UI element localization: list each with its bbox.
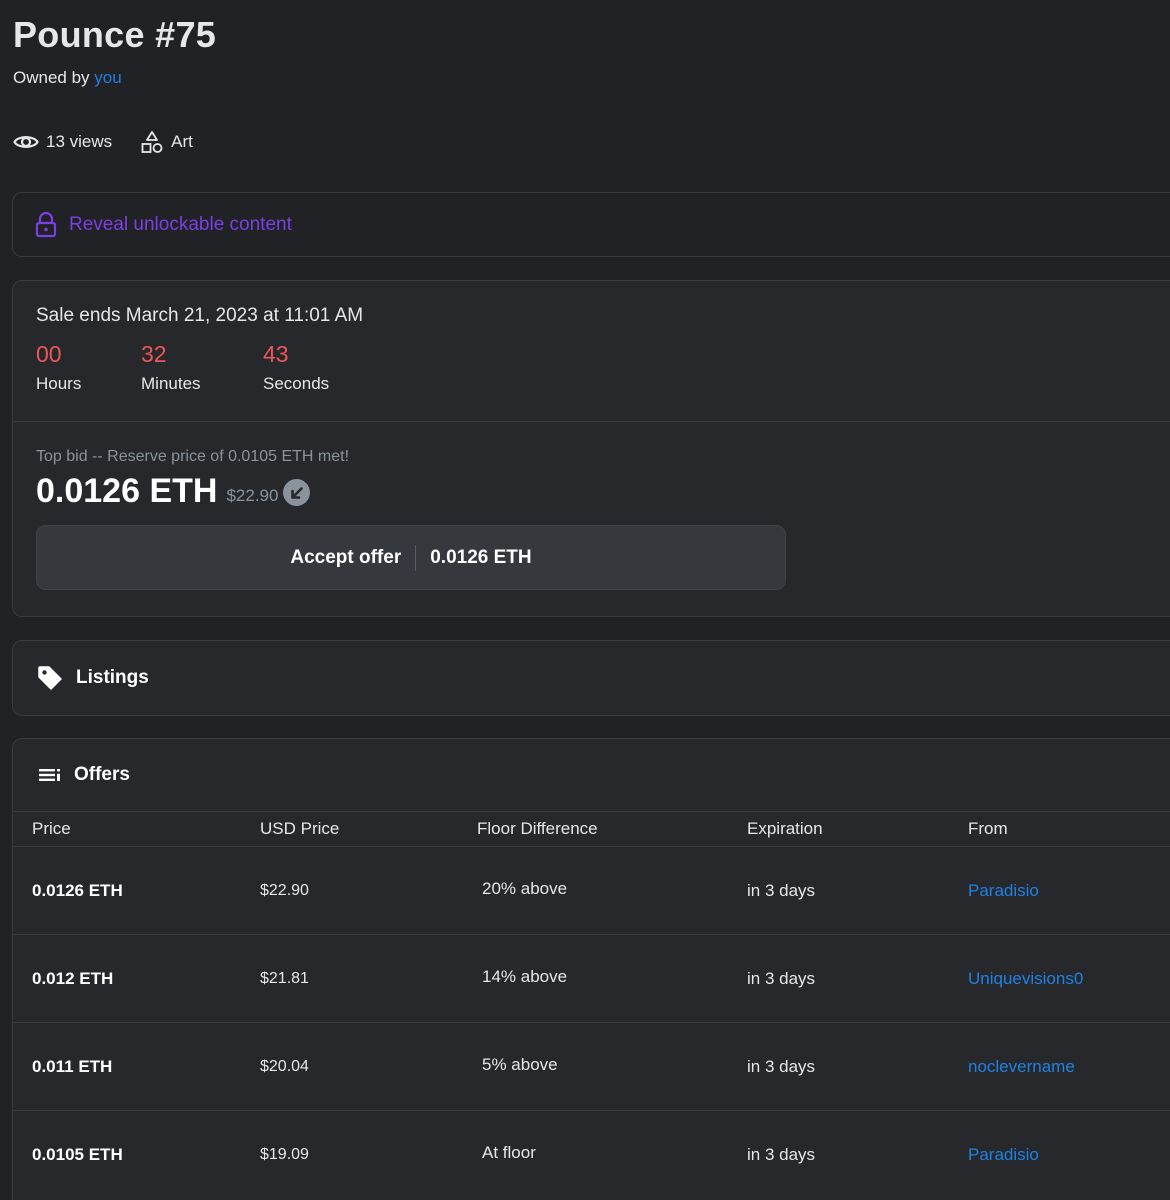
offer-floor-diff: 5% above <box>482 1054 558 1074</box>
page-title: Pounce #75 <box>13 14 217 55</box>
offer-price: 0.0126 ETH <box>32 880 123 900</box>
reveal-unlockable-link[interactable]: Reveal unlockable content <box>69 214 292 236</box>
timer-seconds: 43 Seconds <box>263 341 329 394</box>
list-icon <box>39 769 60 781</box>
offer-from-link[interactable]: Paradisio <box>968 881 1039 901</box>
offers-table-header: Price USD Price Floor Difference Expirat… <box>13 812 1170 847</box>
views-stat: 13 views <box>13 132 112 152</box>
col-usd-price: USD Price <box>260 819 340 838</box>
timer-hours: 00 Hours <box>36 341 141 394</box>
offers-title: Offers <box>74 764 130 785</box>
offers-panel: Offers Price USD Price Floor Difference … <box>12 738 1170 1200</box>
offer-price: 0.0105 ETH <box>32 1145 123 1164</box>
offer-usd: $22.90 <box>260 881 309 899</box>
timer-label: Minutes <box>141 374 201 393</box>
offer-from-link[interactable]: Paradisio <box>968 1145 1039 1165</box>
countdown-timer: 00 Hours 32 Minutes 43 Seconds <box>36 341 1170 394</box>
offer-price: 0.011 ETH <box>32 1056 113 1076</box>
table-row: 0.0126 ETH $22.90 20% above in 3 days Pa… <box>13 847 1170 935</box>
timer-label: Hours <box>36 374 82 393</box>
table-row: 0.0105 ETH $19.09 At floor in 3 days Par… <box>13 1111 1170 1199</box>
top-bid-text: Top bid -- Reserve price of 0.0105 ETH m… <box>36 448 350 465</box>
timer-label: Seconds <box>263 374 330 393</box>
offer-expiration: in 3 days <box>747 968 816 988</box>
owned-by: Owned by you <box>13 68 122 88</box>
timer-minutes: 32 Minutes <box>141 341 263 394</box>
offer-floor-diff: At floor <box>482 1143 536 1162</box>
col-from: From <box>968 819 1008 838</box>
timer-value: 43 <box>263 341 289 367</box>
category-label: Art <box>171 132 193 151</box>
table-row: 0.011 ETH $20.04 5% above in 3 days nocl… <box>13 1023 1170 1111</box>
offer-from-link[interactable]: Uniquevisions0 <box>968 969 1083 989</box>
owner-link[interactable]: you <box>94 68 121 87</box>
top-bid-section: Top bid -- Reserve price of 0.0105 ETH m… <box>13 422 1170 590</box>
col-expiration: Expiration <box>747 819 823 838</box>
lock-icon <box>35 211 57 237</box>
accept-offer-button[interactable]: Accept offer 0.0126 ETH <box>36 525 786 590</box>
category-stat[interactable]: Art <box>140 130 193 154</box>
arrow-down-left-icon <box>283 479 311 506</box>
unlockable-panel[interactable]: Reveal unlockable content <box>12 192 1170 257</box>
offer-usd: $19.09 <box>260 1146 309 1163</box>
item-stats: 13 views Art <box>13 130 221 154</box>
sale-countdown: Sale ends March 21, 2023 at 11:01 AM 00 … <box>13 281 1170 422</box>
button-divider <box>415 544 417 571</box>
offer-usd: $21.81 <box>260 969 309 987</box>
owned-by-label: Owned by <box>13 68 90 87</box>
offer-floor-diff: 20% above <box>482 878 568 898</box>
shapes-icon <box>141 131 163 153</box>
sale-ends-text: Sale ends March 21, 2023 at 11:01 AM <box>36 305 364 326</box>
price-usd: $22.90 <box>226 485 279 505</box>
offer-price: 0.012 ETH <box>32 968 114 988</box>
price-eth: 0.0126 ETH <box>36 472 218 510</box>
tag-icon <box>38 666 62 690</box>
timer-value: 00 <box>36 341 62 367</box>
accept-offer-price: 0.0126 ETH <box>430 546 532 568</box>
offers-header[interactable]: Offers <box>13 739 1170 812</box>
offer-expiration: in 3 days <box>747 1056 816 1076</box>
col-floor-difference: Floor Difference <box>477 819 598 838</box>
accept-offer-label: Accept offer <box>290 546 402 568</box>
offer-expiration: in 3 days <box>747 880 816 900</box>
table-row: 0.012 ETH $21.81 14% above in 3 days Uni… <box>13 935 1170 1023</box>
timer-value: 32 <box>141 341 167 367</box>
listings-title: Listings <box>76 667 149 688</box>
col-price: Price <box>32 819 71 838</box>
eye-icon <box>13 136 39 148</box>
sale-panel: Sale ends March 21, 2023 at 11:01 AM 00 … <box>12 280 1170 617</box>
current-price: 0.0126 ETH $22.90 <box>36 472 1170 511</box>
offer-usd: $20.04 <box>260 1057 309 1075</box>
offer-expiration: in 3 days <box>747 1145 816 1164</box>
listings-panel[interactable]: Listings <box>12 640 1170 716</box>
views-count: 13 views <box>46 132 113 151</box>
offer-floor-diff: 14% above <box>482 966 568 986</box>
offer-from-link[interactable]: noclevername <box>968 1057 1075 1077</box>
